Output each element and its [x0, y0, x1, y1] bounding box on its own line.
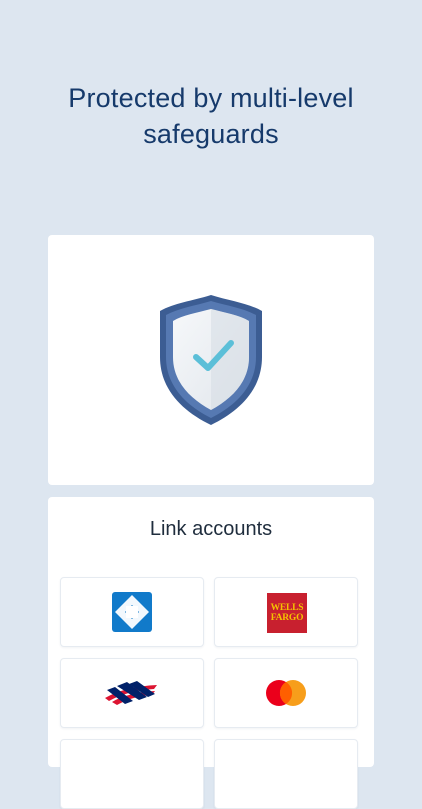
security-card: [48, 235, 374, 485]
wells-fargo-logo: WELLS FARGO: [267, 593, 307, 633]
wells-fargo-line1: WELLS: [270, 603, 304, 613]
wells-fargo-line2: FARGO: [270, 613, 304, 623]
bank-of-america-logo-icon: [105, 681, 157, 705]
link-accounts-title: Link accounts: [149, 518, 273, 540]
bank-tile-wells-fargo[interactable]: WELLS FARGO: [214, 577, 358, 647]
link-accounts-card: Link accounts WELLS FARGO: [48, 497, 374, 809]
bank-tile-chase[interactable]: [60, 577, 204, 647]
bank-tile-bank-of-america[interactable]: [60, 658, 204, 728]
page-headline: Protected by multi-level safeguards: [68, 83, 354, 149]
shield-check-icon: [160, 295, 262, 425]
mastercard-logo-icon: [266, 680, 306, 706]
chase-logo-icon: [112, 592, 152, 632]
bank-tile-mastercard[interactable]: [214, 658, 358, 728]
